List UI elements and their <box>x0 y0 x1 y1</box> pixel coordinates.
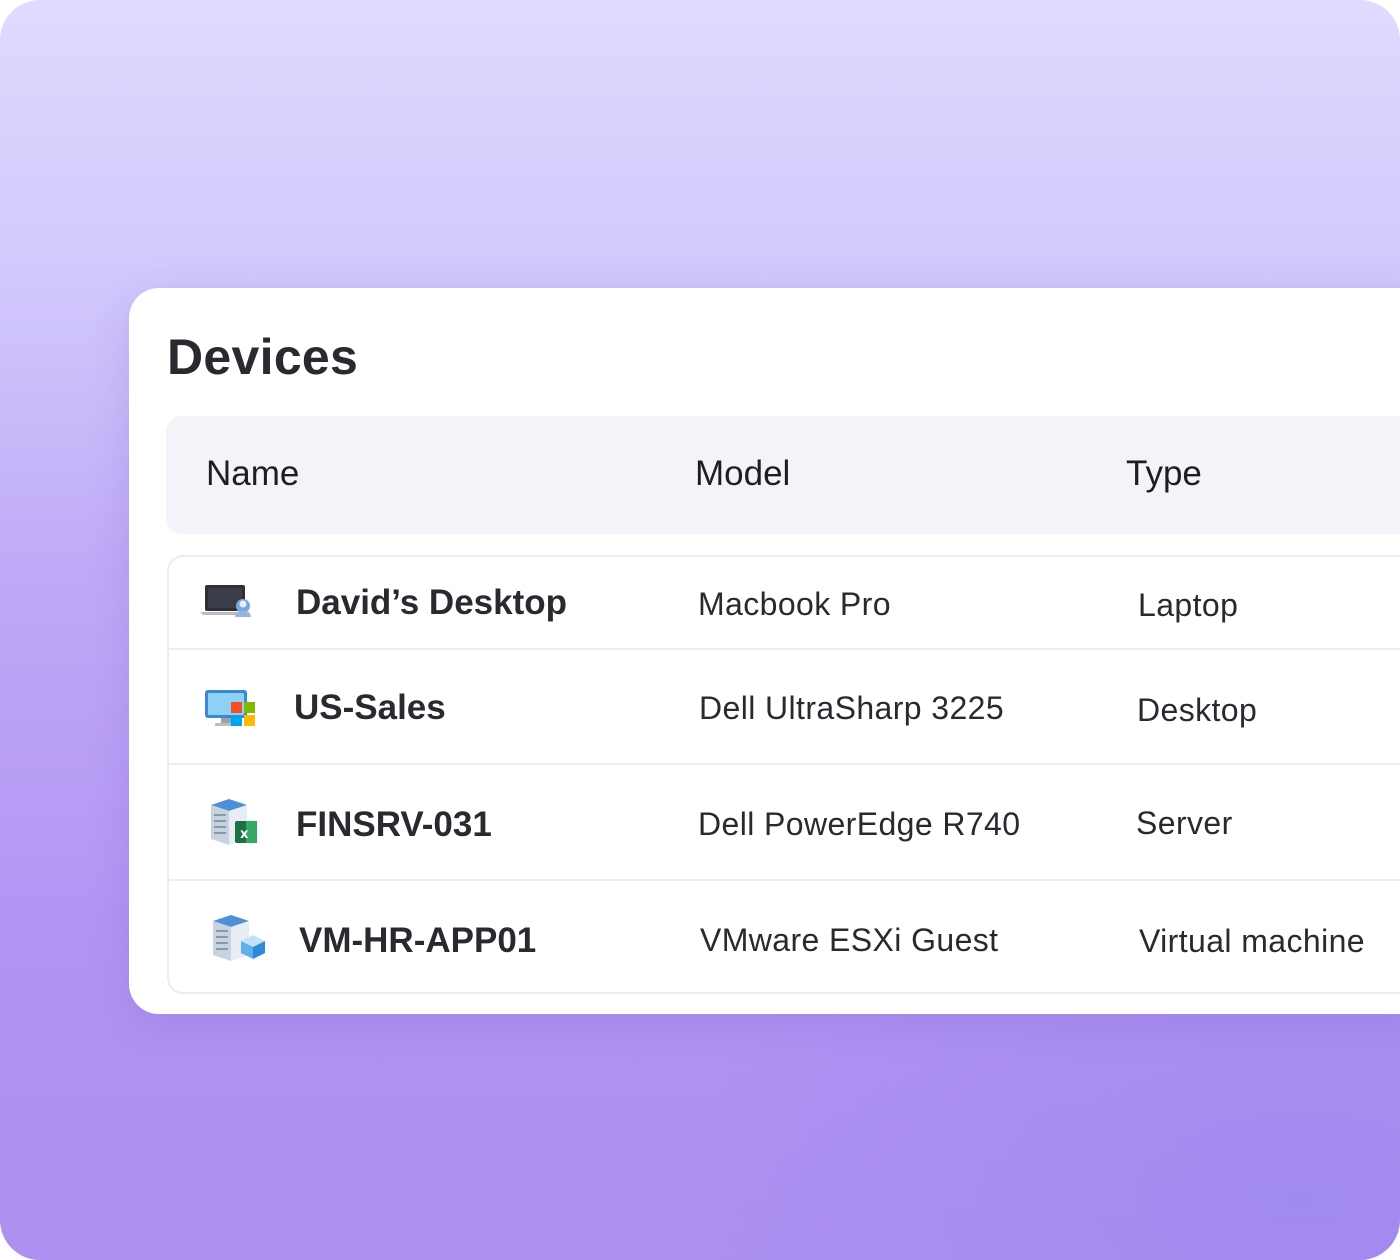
laptop-user-icon <box>199 579 261 631</box>
device-name[interactable]: David’s Desktop <box>296 583 567 623</box>
device-type: Server <box>1136 805 1233 841</box>
column-header-type[interactable]: Type <box>1126 454 1202 494</box>
device-name[interactable]: FINSRV-031 <box>296 805 492 845</box>
table-header: Name Model Type <box>166 416 1400 534</box>
table-row[interactable]: x FINSRV-031 Dell PowerEdge R740 Server <box>169 765 1400 881</box>
svg-text:x: x <box>240 827 249 842</box>
device-type: Laptop <box>1138 587 1239 623</box>
device-type: Desktop <box>1137 692 1258 728</box>
device-type: Virtual machine <box>1139 923 1365 959</box>
device-name[interactable]: VM-HR-APP01 <box>299 921 536 961</box>
device-model: Macbook Pro <box>698 586 891 622</box>
table-row[interactable]: US-Sales Dell UltraSharp 3225 Desktop <box>169 650 1400 765</box>
device-model: VMware ESXi Guest <box>700 922 999 958</box>
column-header-name[interactable]: Name <box>206 454 299 494</box>
devices-card: Devices Name Model Type David’s Desktop … <box>129 288 1400 1014</box>
server-excel-icon: x <box>207 797 269 849</box>
desktop-windows-icon <box>203 688 265 740</box>
server-vm-icon <box>209 913 271 965</box>
column-header-model[interactable]: Model <box>695 454 790 494</box>
table-row[interactable]: VM-HR-APP01 VMware ESXi Guest Virtual ma… <box>169 881 1400 994</box>
page-title: Devices <box>167 329 359 385</box>
background: Devices Name Model Type David’s Desktop … <box>0 0 1400 1260</box>
devices-table: David’s Desktop Macbook Pro Laptop US-Sa… <box>167 555 1400 994</box>
device-model: Dell PowerEdge R740 <box>698 806 1021 842</box>
device-model: Dell UltraSharp 3225 <box>699 690 1005 726</box>
table-row[interactable]: David’s Desktop Macbook Pro Laptop <box>169 557 1400 650</box>
device-name[interactable]: US-Sales <box>294 688 446 728</box>
